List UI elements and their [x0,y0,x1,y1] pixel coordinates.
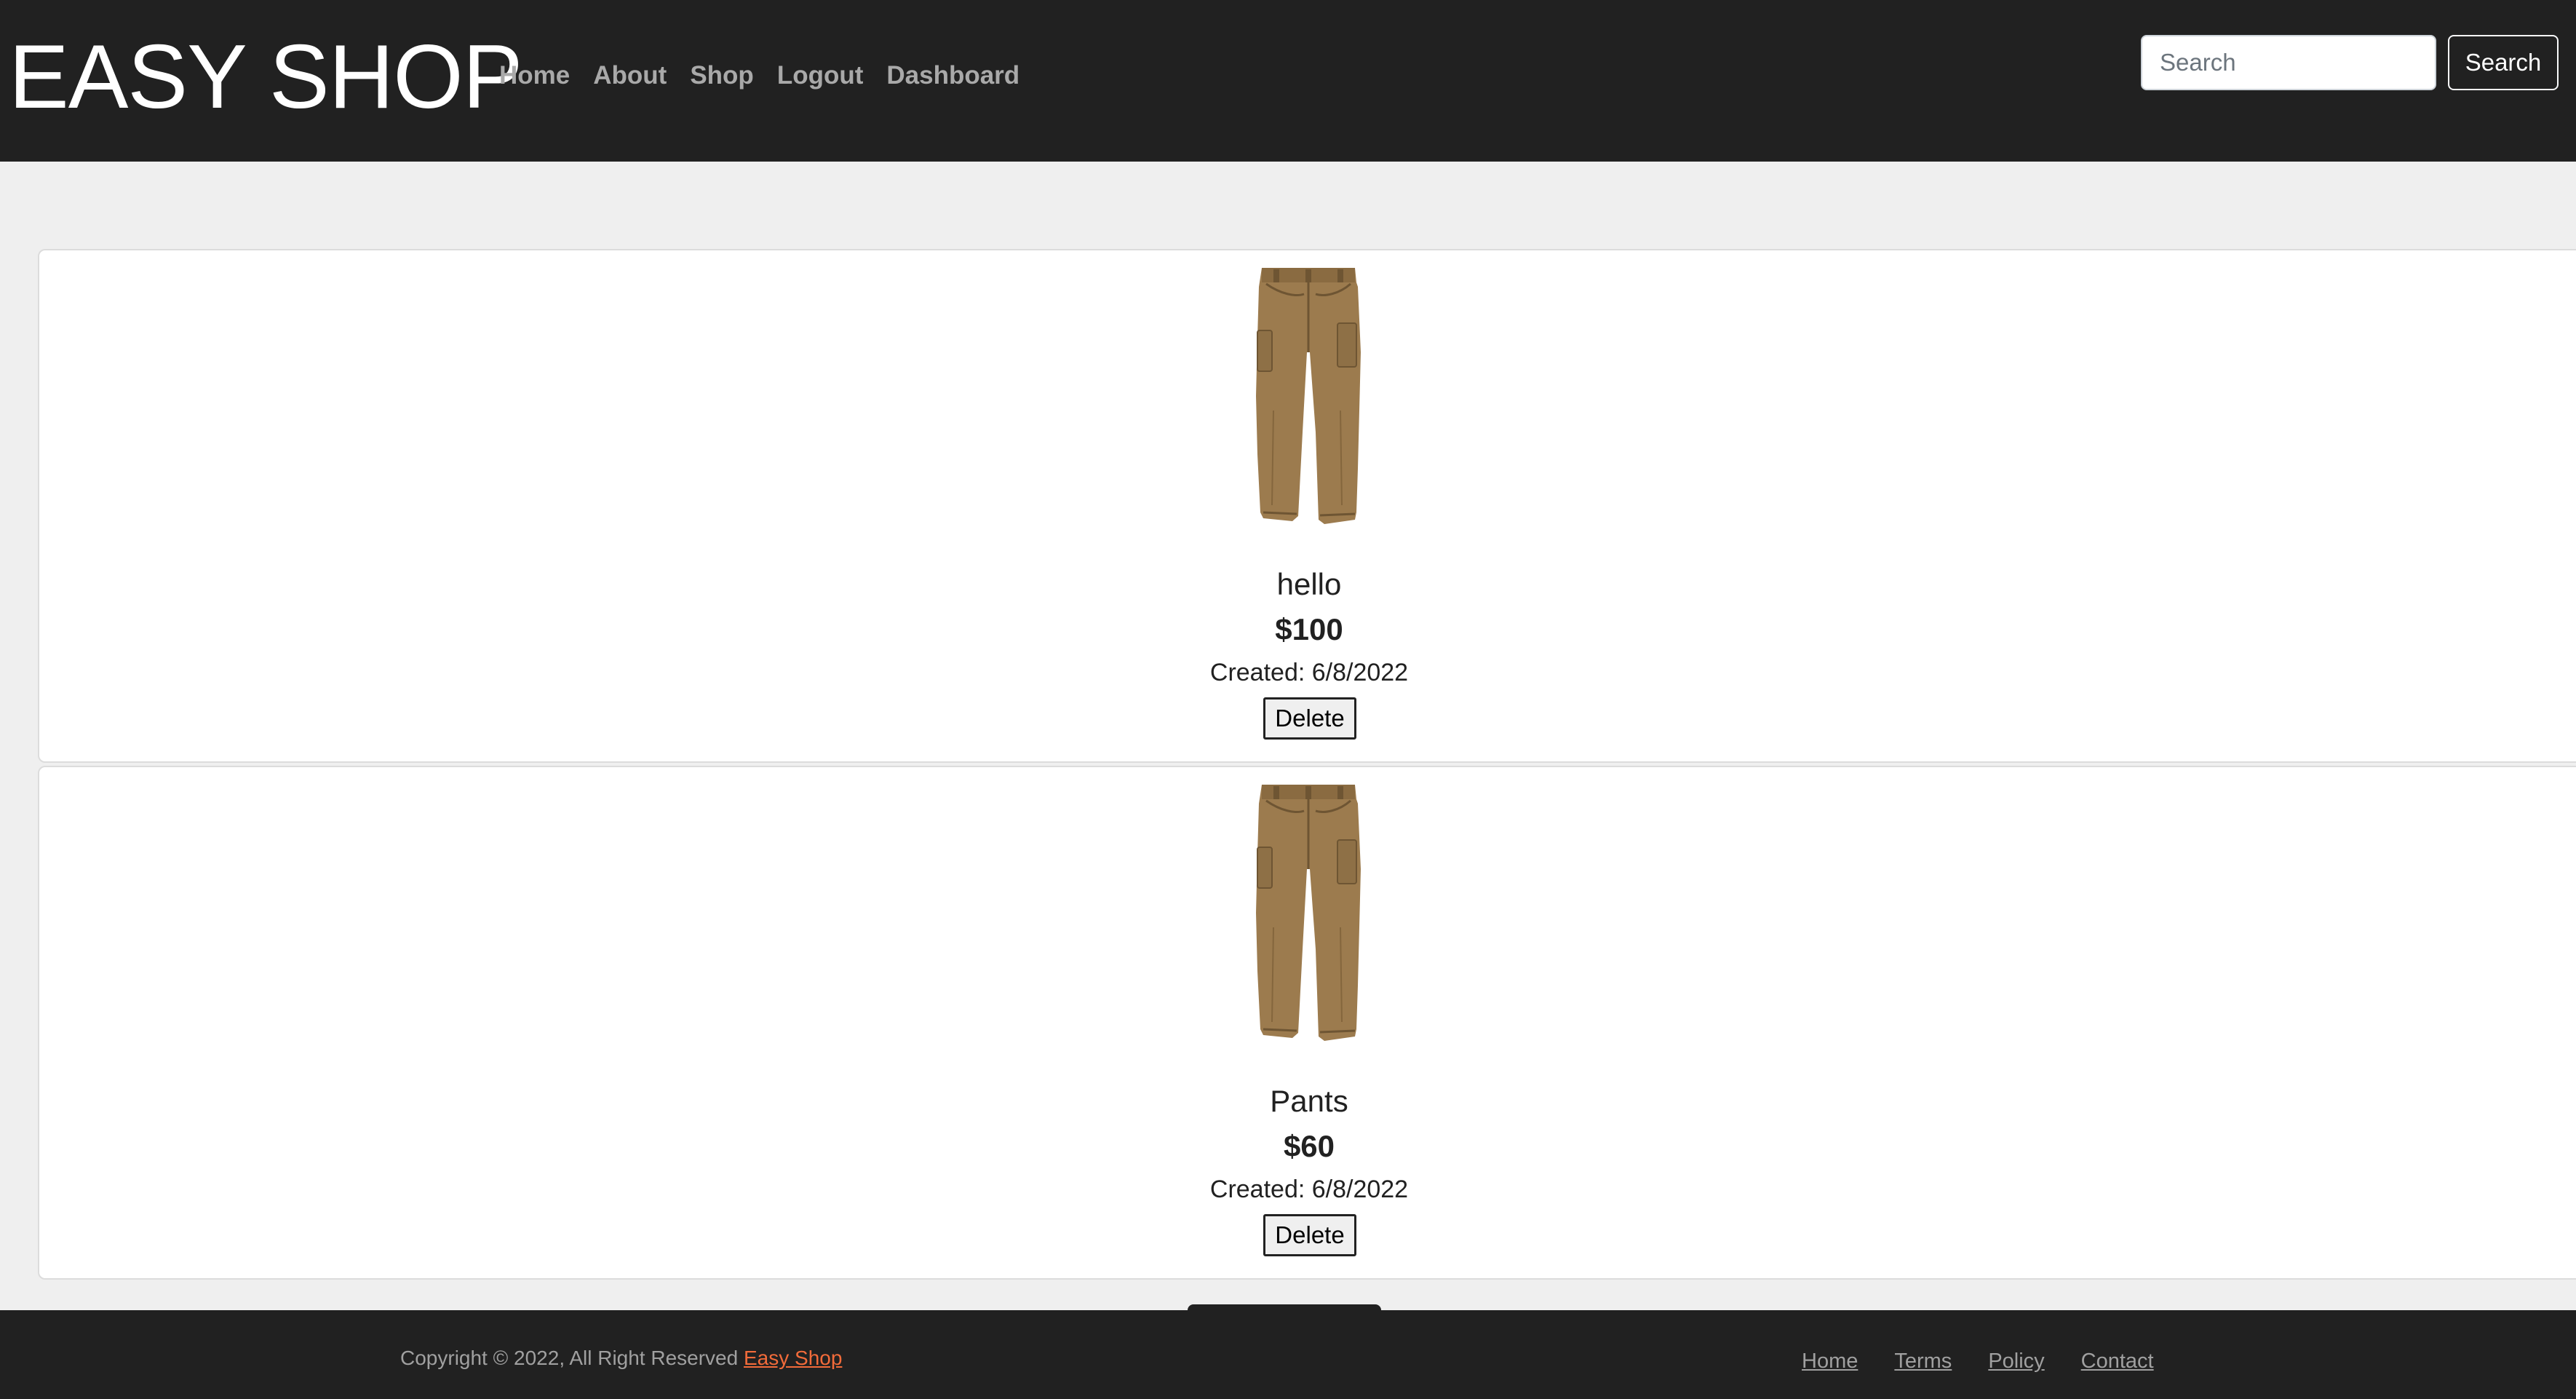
nav-links: Home About Shop Logout Dashboard [499,54,1043,98]
search-button[interactable]: Search [2448,35,2559,90]
product-created-date: Created: 6/8/2022 [1209,659,1409,686]
delete-button[interactable]: Delete [1263,1214,1356,1256]
cargo-pants-image [1256,268,1361,524]
footer-link-contact[interactable]: Contact [2081,1350,2154,1374]
footer-link-terms[interactable]: Terms [1894,1350,1952,1374]
product-name: Pants [1270,1084,1348,1118]
product-name: hello [1276,567,1342,601]
nav-link-home[interactable]: Home [499,61,570,90]
navbar: EASY SHOP Home About Shop Logout Dashboa… [0,0,2576,162]
footer: Copyright © 2022, All Right Reserved Eas… [0,1310,2576,1399]
copyright-text: Copyright © 2022, All Right Reserved [400,1347,739,1369]
product-card: Pants $60 Created: 6/8/2022 Delete [38,766,2576,1280]
product-price: $100 [1275,612,1343,646]
cargo-pants-image [1256,785,1361,1041]
nav-link-dashboard[interactable]: Dashboard [886,61,1019,90]
delete-button[interactable]: Delete [1263,697,1356,740]
nav-link-about[interactable]: About [593,61,667,90]
search-input[interactable] [2141,35,2436,90]
product-card: hello $100 Created: 6/8/2022 Delete [38,249,2576,763]
brand-logo[interactable]: EASY SHOP [9,26,522,128]
copyright-notice: Copyright © 2022, All Right Reserved Eas… [400,1347,842,1370]
nav-link-shop[interactable]: Shop [690,61,753,90]
copyright-link-easy-shop[interactable]: Easy Shop [744,1347,842,1369]
footer-link-policy[interactable]: Policy [1988,1350,2044,1374]
footer-links: Home Terms Policy Contact [1802,1350,2190,1374]
nav-link-logout[interactable]: Logout [777,61,864,90]
product-price: $60 [1283,1129,1335,1163]
footer-link-home[interactable]: Home [1802,1350,1858,1374]
product-created-date: Created: 6/8/2022 [1209,1176,1409,1203]
